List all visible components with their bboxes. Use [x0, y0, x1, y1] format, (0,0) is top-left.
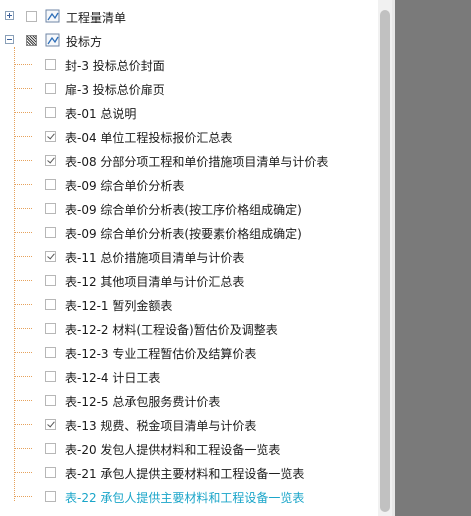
report-label: 表-22 承包人提供主要材料和工程设备一览表	[65, 491, 305, 505]
report-checkbox[interactable]	[45, 203, 56, 214]
tree-item-report[interactable]: 表-09 综合单价分析表(按要素价格组成确定)	[0, 222, 380, 246]
report-checkbox[interactable]	[45, 275, 56, 286]
collapse-toggle-icon[interactable]	[5, 35, 14, 44]
report-checkbox[interactable]	[45, 107, 56, 118]
tree-item-report[interactable]: 表-22 承包人提供主要材料和工程设备一览表	[0, 486, 380, 510]
report-label: 表-12-2 材料(工程设备)暂估价及调整表	[65, 323, 278, 337]
tree-item-report[interactable]: 表-12-3 专业工程暂估价及结算价表	[0, 342, 380, 366]
report-checkbox[interactable]	[45, 467, 56, 478]
report-checkbox[interactable]	[45, 83, 56, 94]
tree-item-report[interactable]: 表-13 规费、税金项目清单与计价表	[0, 414, 380, 438]
report-checkbox[interactable]	[45, 155, 56, 166]
report-label: 扉-3 投标总价扉页	[65, 83, 165, 97]
report-label: 表-09 综合单价分析表(按要素价格组成确定)	[65, 227, 302, 241]
report-label: 表-12-5 总承包服务费计价表	[65, 395, 221, 409]
tree-item-report[interactable]: 表-21 承包人提供主要材料和工程设备一览表	[0, 462, 380, 486]
report-checkbox[interactable]	[45, 443, 56, 454]
panel-divider	[392, 0, 395, 516]
tree-node-bill-of-quantities[interactable]: 工程量清单	[0, 6, 380, 30]
tree-item-report[interactable]: 表-09 综合单价分析表	[0, 174, 380, 198]
report-label: 表-20 发包人提供材料和工程设备一览表	[65, 443, 281, 457]
report-folder-icon	[45, 33, 60, 47]
tree-node-bidder[interactable]: 投标方	[0, 30, 380, 54]
report-label: 表-12-4 计日工表	[65, 371, 161, 385]
tree-item-report[interactable]: 表-12-4 计日工表	[0, 366, 380, 390]
report-label: 表-09 综合单价分析表(按工序价格组成确定)	[65, 203, 302, 217]
tree-item-report[interactable]: 表-12 其他项目清单与计价汇总表	[0, 270, 380, 294]
report-label: 表-13 规费、税金项目清单与计价表	[65, 419, 257, 433]
report-label: 表-11 总价措施项目清单与计价表	[65, 251, 245, 265]
tree-node-checkbox[interactable]	[26, 11, 37, 22]
report-checkbox[interactable]	[45, 59, 56, 70]
tree-node-label: 投标方	[66, 35, 103, 49]
report-checkbox[interactable]	[45, 251, 56, 262]
tree-item-report[interactable]: 表-09 综合单价分析表(按工序价格组成确定)	[0, 198, 380, 222]
report-label: 表-08 分部分项工程和单价措施项目清单与计价表	[65, 155, 329, 169]
report-label: 表-21 承包人提供主要材料和工程设备一览表	[65, 467, 305, 481]
report-checkbox[interactable]	[45, 227, 56, 238]
tree-item-report[interactable]: 表-11 总价措施项目清单与计价表	[0, 246, 380, 270]
expand-toggle-icon[interactable]	[5, 11, 14, 20]
report-checkbox[interactable]	[45, 323, 56, 334]
report-checkbox[interactable]	[45, 179, 56, 190]
tree-item-report[interactable]: 表-12-1 暂列金额表	[0, 294, 380, 318]
report-checkbox[interactable]	[45, 347, 56, 358]
tree-item-report[interactable]: 表-01 总说明	[0, 102, 380, 126]
report-label: 封-3 投标总价封面	[65, 59, 165, 73]
report-checkbox[interactable]	[45, 395, 56, 406]
report-label: 表-12-1 暂列金额表	[65, 299, 173, 313]
report-label: 表-12-3 专业工程暂估价及结算价表	[65, 347, 257, 361]
report-label: 表-09 综合单价分析表	[65, 179, 185, 193]
vertical-scrollbar-thumb[interactable]	[380, 10, 390, 512]
report-label: 表-12 其他项目清单与计价汇总表	[65, 275, 245, 289]
report-tree-panel: 工程量清单 投标方 封-3 投标总价封面 扉-3 投标总价扉页 表-01 总说明表-…	[0, 0, 392, 516]
report-checkbox[interactable]	[45, 371, 56, 382]
report-checkbox[interactable]	[45, 299, 56, 310]
tree-item-report[interactable]: 表-12-5 总承包服务费计价表	[0, 390, 380, 414]
tree-item-report[interactable]: 表-20 发包人提供材料和工程设备一览表	[0, 438, 380, 462]
report-label: 表-04 单位工程投标报价汇总表	[65, 131, 233, 145]
tree-node-checkbox[interactable]	[26, 35, 37, 46]
report-checkbox[interactable]	[45, 131, 56, 142]
tree-item-report[interactable]: 表-08 分部分项工程和单价措施项目清单与计价表	[0, 150, 380, 174]
report-folder-icon	[45, 9, 60, 23]
tree-node-label: 工程量清单	[66, 11, 127, 25]
tree-item-report[interactable]: 封-3 投标总价封面	[0, 54, 380, 78]
report-checkbox[interactable]	[45, 419, 56, 430]
tree-item-report[interactable]: 表-12-2 材料(工程设备)暂估价及调整表	[0, 318, 380, 342]
report-checkbox[interactable]	[45, 491, 56, 502]
tree-item-report[interactable]: 表-04 单位工程投标报价汇总表	[0, 126, 380, 150]
report-label: 表-01 总说明	[65, 107, 137, 121]
tree-item-report[interactable]: 扉-3 投标总价扉页	[0, 78, 380, 102]
